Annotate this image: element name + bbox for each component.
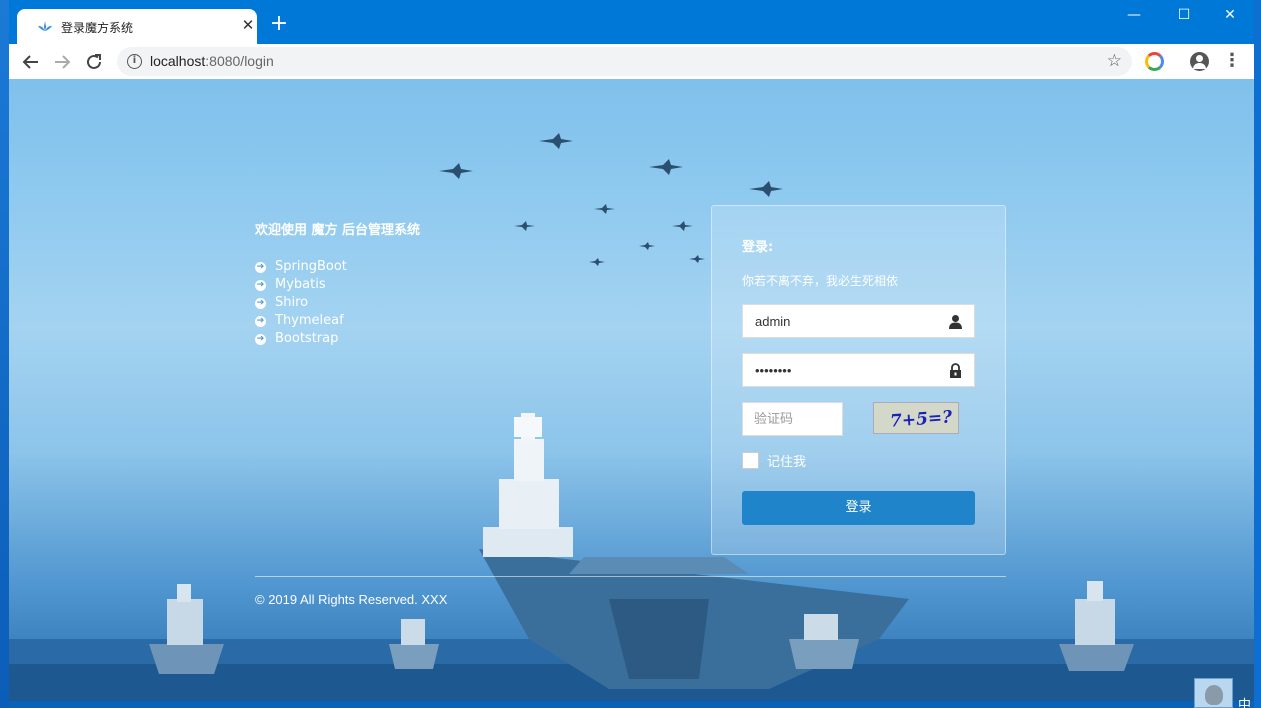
feature-label: Shiro	[275, 295, 309, 310]
feature-list: ➔ SpringBoot ➔ Mybatis ➔ Shiro ➔ Thymeleaf ➔…	[255, 258, 420, 348]
feature-label: Mybatis	[275, 277, 326, 292]
circle-arrow-icon: ➔	[255, 279, 266, 291]
back-arrow-icon[interactable]	[19, 50, 43, 74]
desktop-edge	[0, 0, 9, 708]
kebab-menu-icon[interactable]: ⋮	[1223, 51, 1241, 71]
intro-section: 欢迎使用 魔方 后台管理系统 ➔ SpringBoot ➔ Mybatis ➔ Shi…	[255, 219, 420, 348]
url-path: :8080/login	[205, 53, 274, 69]
feature-item: ➔ Bootstrap	[255, 330, 420, 348]
new-tab-button[interactable]: +	[268, 13, 290, 36]
copyright-text: © 2019 All Rights Reserved. XXX	[255, 592, 448, 607]
feature-item: ➔ SpringBoot	[255, 258, 420, 276]
lock-icon	[950, 363, 961, 378]
circle-arrow-icon: ➔	[255, 315, 266, 327]
chrome-extension-icon[interactable]	[1145, 52, 1164, 71]
tab-close-icon[interactable]: ✕	[239, 15, 257, 35]
maximize-button[interactable]: ☐	[1161, 0, 1207, 30]
remember-label: 记住我	[767, 455, 807, 470]
feature-item: ➔ Mybatis	[255, 276, 420, 294]
password-field	[742, 353, 975, 387]
browser-window: 登录魔方系统 ✕ + — ☐ ✕ i localhost:8080/login …	[9, 0, 1254, 708]
feature-item: ➔ Shiro	[255, 294, 420, 312]
captcha-text-graphic: 7+5=?	[889, 407, 953, 431]
captcha-input[interactable]	[743, 403, 842, 435]
intro-title: 欢迎使用 魔方 后台管理系统	[255, 223, 421, 238]
login-subtitle: 你若不离不弃，我必生死相依	[742, 274, 899, 288]
feature-label: Bootstrap	[275, 331, 339, 346]
username-input[interactable]	[743, 305, 933, 337]
favicon-icon	[38, 21, 52, 31]
circle-arrow-icon: ➔	[255, 297, 266, 309]
password-input[interactable]	[743, 354, 933, 386]
browser-toolbar: i localhost:8080/login ☆ ⋮	[9, 44, 1254, 79]
footer-divider	[255, 576, 1006, 577]
circle-arrow-icon: ➔	[255, 333, 266, 345]
remember-checkbox[interactable]	[742, 452, 759, 469]
login-form: 登录: 你若不离不弃，我必生死相依 admin •••••••• 验证码 7+5…	[711, 205, 1006, 555]
feature-label: Thymeleaf	[275, 313, 344, 328]
tab-title: 登录魔方系统	[61, 21, 134, 35]
ime-avatar-icon[interactable]	[1194, 678, 1233, 708]
circle-arrow-icon: ➔	[255, 261, 266, 273]
window-bottom-edge	[9, 701, 1254, 708]
background-image	[9, 133, 1254, 701]
star-icon[interactable]: ☆	[1107, 51, 1122, 71]
account-icon[interactable]	[1190, 52, 1209, 71]
login-heading: 登录:	[742, 240, 774, 255]
feature-label: SpringBoot	[275, 259, 347, 274]
username-field	[742, 304, 975, 338]
address-bar[interactable]: i localhost:8080/login ☆	[117, 47, 1132, 76]
user-icon	[949, 315, 962, 329]
reload-icon[interactable]	[82, 50, 106, 74]
minimize-button[interactable]: —	[1111, 0, 1157, 30]
login-button[interactable]: 登录	[742, 491, 975, 525]
captcha-image[interactable]: 7+5=?	[873, 402, 959, 434]
url-host: localhost	[150, 53, 206, 69]
captcha-field	[742, 402, 843, 436]
feature-item: ➔ Thymeleaf	[255, 312, 420, 330]
url-text[interactable]: localhost:8080/login	[150, 53, 274, 69]
page-viewport: 欢迎使用 魔方 后台管理系统 ➔ SpringBoot ➔ Mybatis ➔ Shi…	[9, 79, 1254, 701]
browser-tab[interactable]: 登录魔方系统 ✕	[17, 9, 257, 44]
forward-arrow-icon[interactable]	[50, 50, 74, 74]
remember-me[interactable]: 记住我	[742, 451, 806, 470]
title-bar: 登录魔方系统 ✕ + — ☐ ✕	[9, 0, 1254, 44]
ime-language-label[interactable]: 中	[1238, 694, 1251, 708]
window-close-button[interactable]: ✕	[1207, 0, 1253, 30]
info-icon[interactable]: i	[127, 54, 142, 69]
captcha-text: 7+5=?	[889, 407, 953, 431]
